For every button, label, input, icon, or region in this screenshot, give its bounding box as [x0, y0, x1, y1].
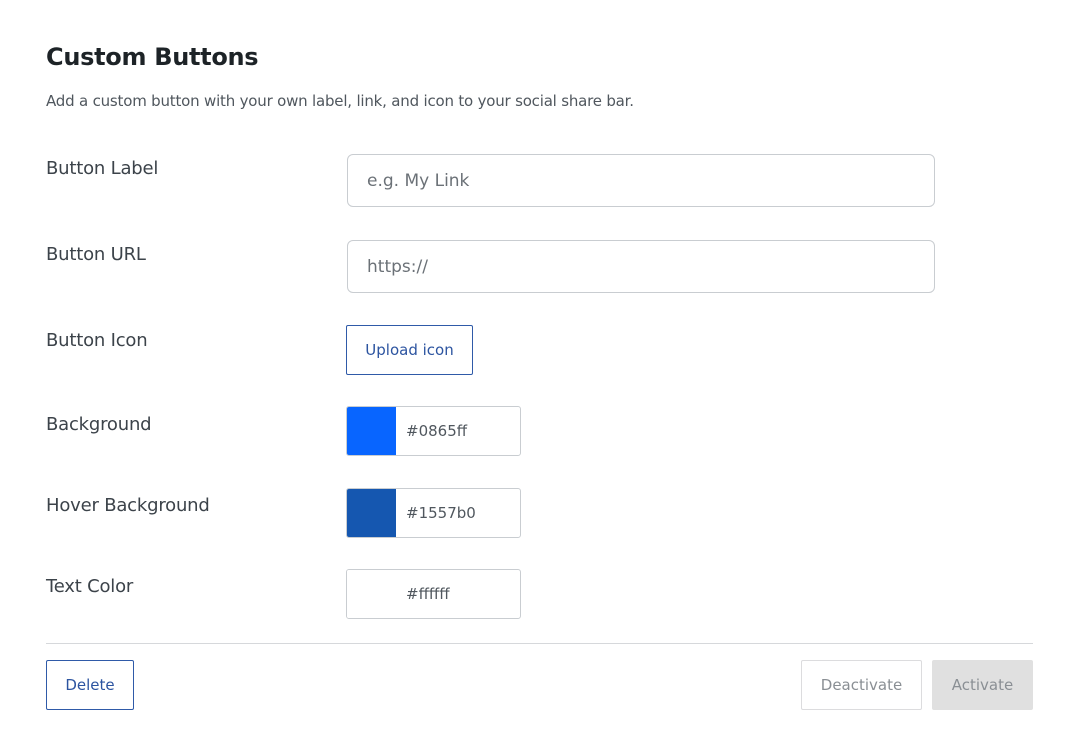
page-subtitle: Add a custom button with your own label,… [46, 92, 634, 110]
upload-icon-button[interactable]: Upload icon [346, 325, 473, 375]
hover-background-color-value[interactable]: #1557b0 [406, 489, 476, 537]
custom-buttons-panel: Custom Buttons Add a custom button with … [0, 0, 1077, 756]
footer-divider [46, 643, 1033, 644]
background-color-swatch[interactable] [347, 407, 396, 455]
text-color-swatch[interactable] [347, 570, 396, 618]
activate-button[interactable]: Activate [932, 660, 1033, 710]
hover-background-color-swatch[interactable] [347, 489, 396, 537]
deactivate-button[interactable]: Deactivate [801, 660, 922, 710]
background-color-value[interactable]: #0865ff [406, 407, 467, 455]
page-title: Custom Buttons [46, 43, 259, 71]
button-label-label: Button Label [46, 158, 159, 179]
button-icon-label: Button Icon [46, 330, 148, 351]
background-label: Background [46, 414, 152, 435]
text-color-value[interactable]: #ffffff [406, 570, 450, 618]
text-color-picker[interactable]: #ffffff [346, 569, 521, 619]
background-color-picker[interactable]: #0865ff [346, 406, 521, 456]
button-url-label: Button URL [46, 244, 146, 265]
hover-background-color-picker[interactable]: #1557b0 [346, 488, 521, 538]
button-url-input[interactable] [347, 240, 935, 293]
delete-button[interactable]: Delete [46, 660, 134, 710]
text-color-label: Text Color [46, 576, 134, 597]
hover-background-label: Hover Background [46, 495, 210, 516]
button-label-input[interactable] [347, 154, 935, 207]
